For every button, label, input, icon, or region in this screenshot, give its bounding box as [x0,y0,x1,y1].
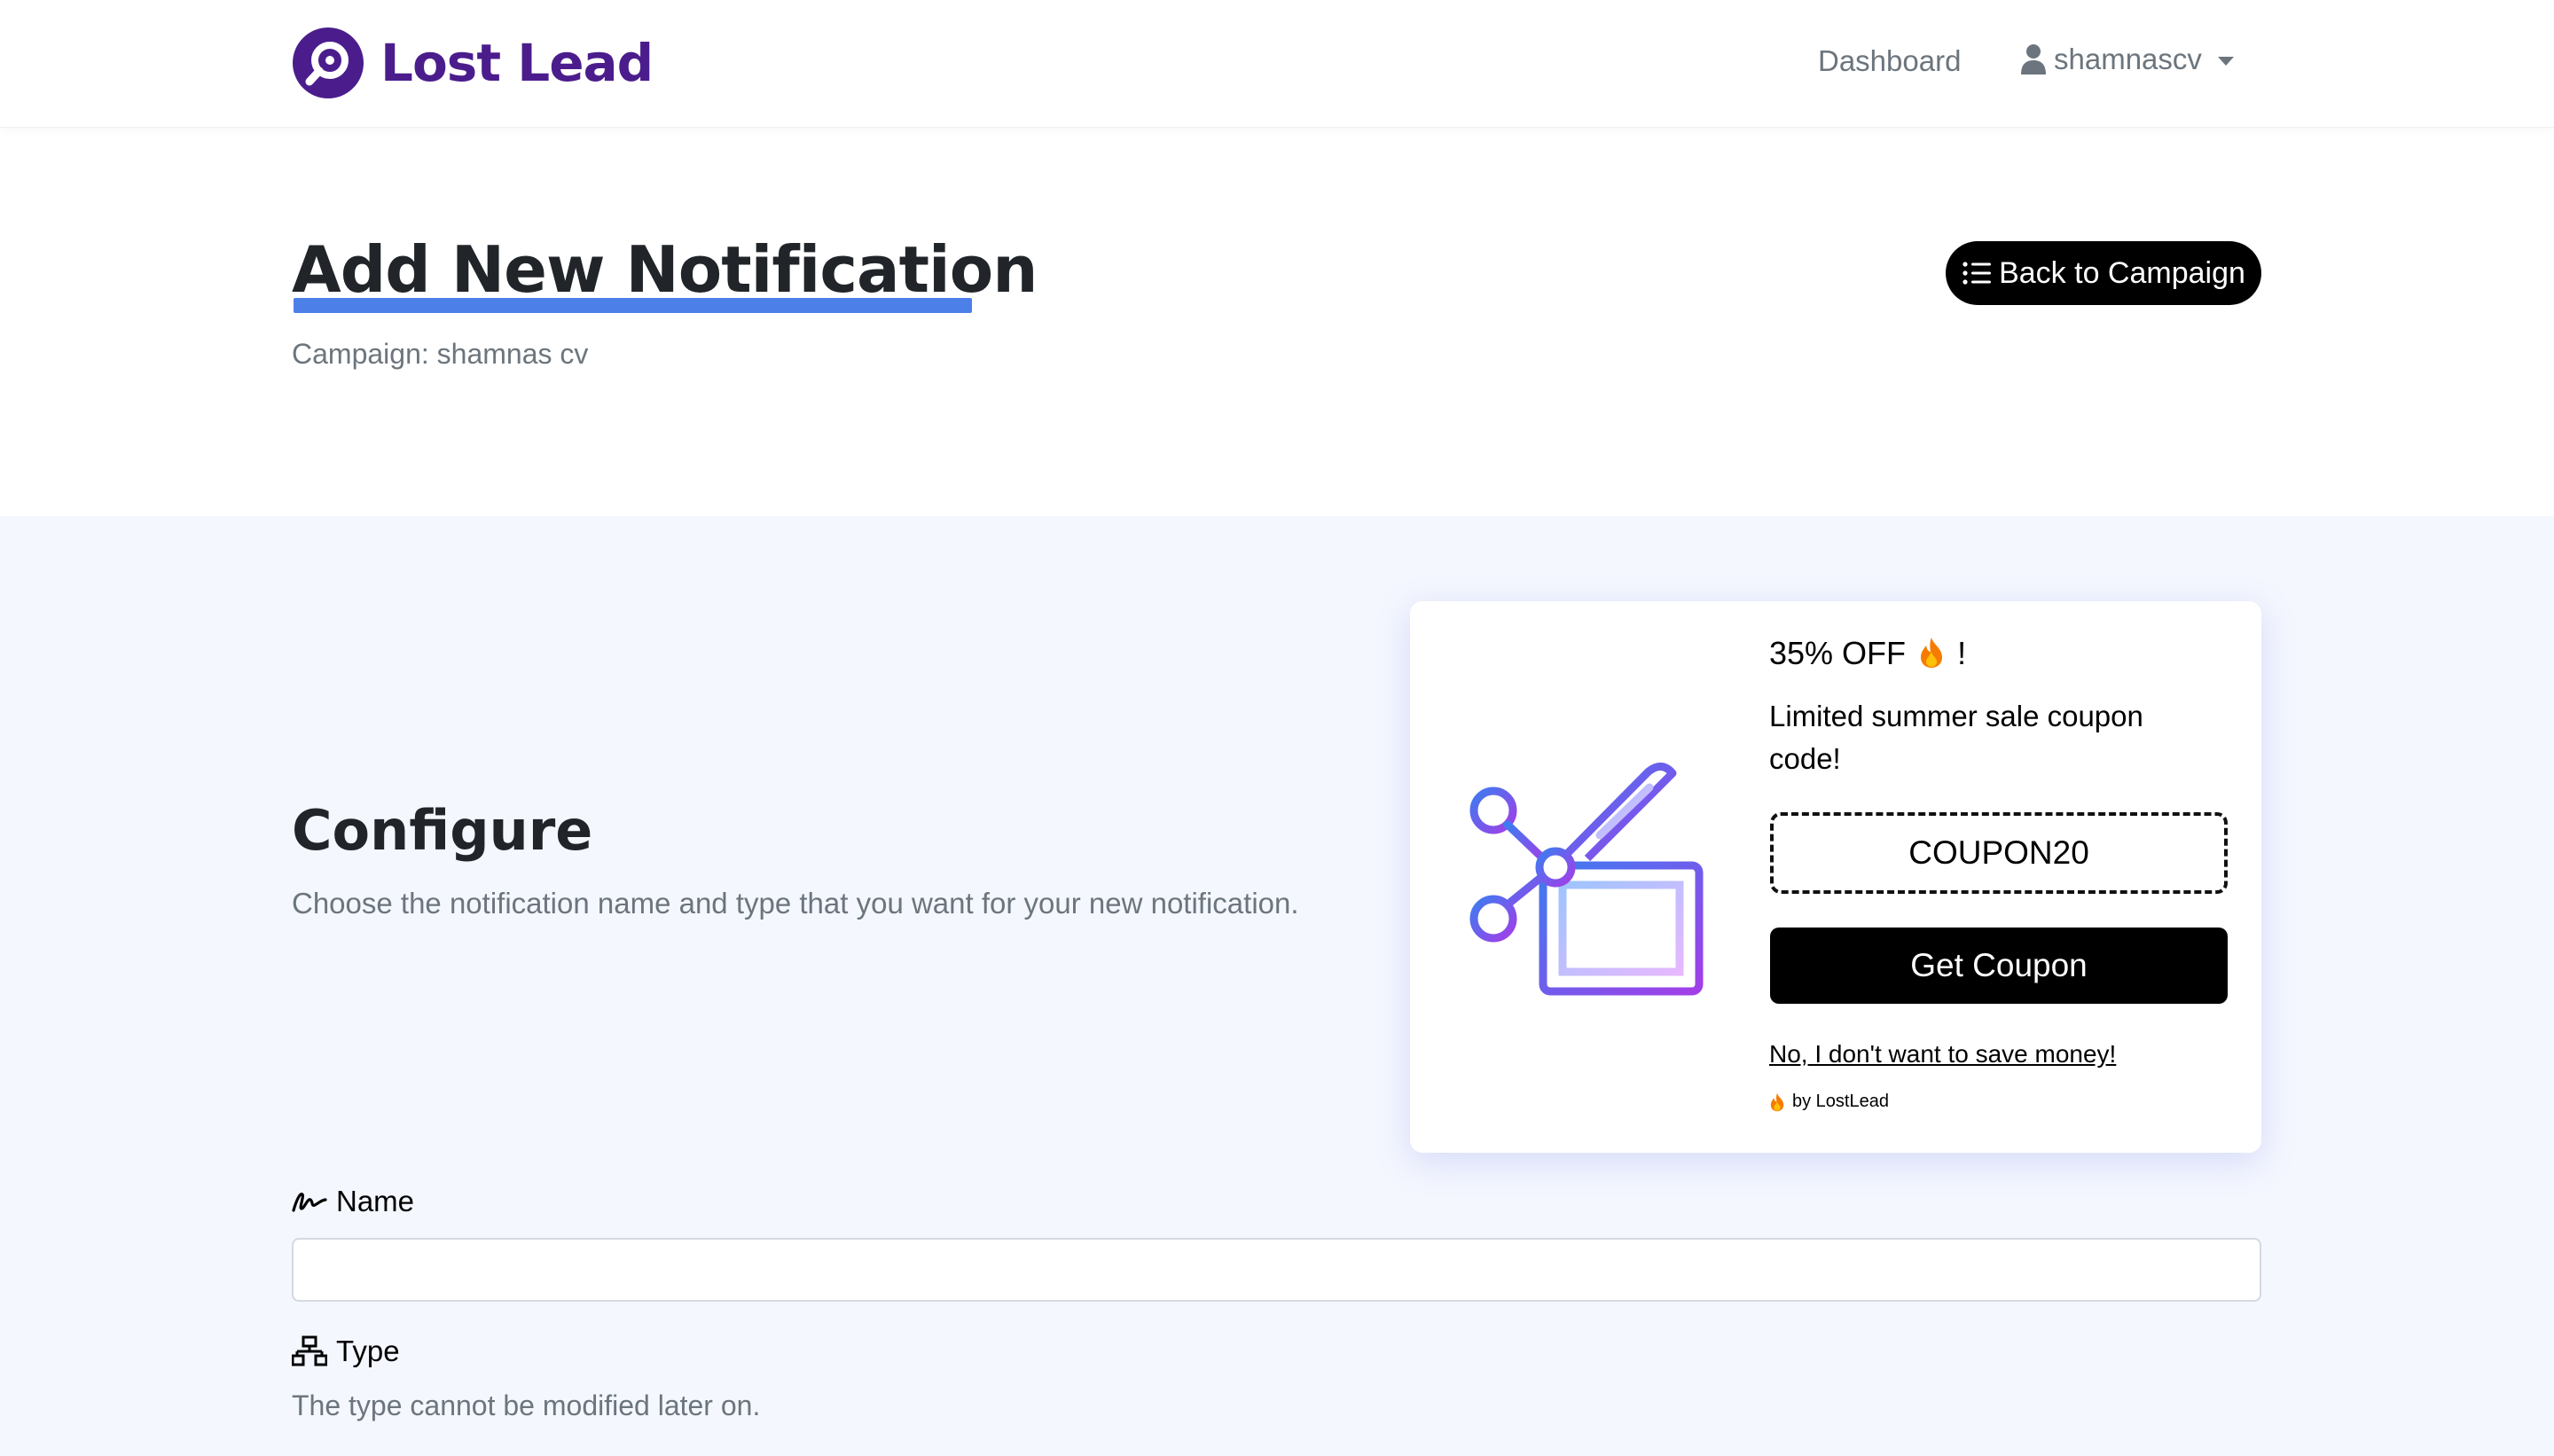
coupon-preview-card: 35% OFF ! Limited summer sale coupon cod… [1410,601,2261,1153]
brand-name: Lost Lead [380,33,654,93]
fire-icon [1770,1092,1784,1111]
network-icon [292,1335,327,1366]
name-label: Name [292,1185,414,1218]
configure-description: Choose the notification name and type th… [292,887,1299,920]
signature-icon [292,1193,327,1212]
type-label-text: Type [336,1335,400,1367]
coupon-dismiss-link[interactable]: No, I don't want to save money! [1769,1040,2116,1069]
campaign-subtitle: Campaign: shamnas cv [292,338,589,370]
coupon-branding: by LostLead [1769,1092,1889,1112]
top-navbar: Lost Lead Dashboard shamnascv [0,0,2554,128]
configure-heading: Configure [292,798,593,863]
user-menu-toggle[interactable]: shamnascv [2020,43,2234,76]
type-label: Type [292,1335,400,1368]
coupon-code-box: COUPON20 [1770,812,2228,894]
back-to-campaign-button[interactable]: Back to Campaign [1946,241,2261,305]
name-label-text: Name [336,1185,415,1217]
coupon-heading: 35% OFF ! [1769,635,1966,672]
nav-dashboard-link[interactable]: Dashboard [1818,44,1961,78]
chevron-down-icon [2217,57,2234,66]
get-coupon-button[interactable]: Get Coupon [1770,928,2228,1004]
back-button-label: Back to Campaign [1999,255,2245,290]
page-title: Add New Notification [292,232,1038,307]
fire-icon [1921,638,1943,668]
list-icon [1963,262,1992,285]
name-input[interactable] [292,1238,2261,1302]
coupon-description: Limited summer sale coupon code! [1769,700,2143,775]
coupon-scissors-illustration [1469,763,1704,996]
coupon-heading-suffix: ! [1957,635,1967,671]
coupon-discount-text: 35% OFF [1769,635,1907,671]
type-help-text: The type cannot be modified later on. [292,1389,761,1421]
brand-link[interactable]: Lost Lead [292,27,654,99]
user-name: shamnascv [2054,43,2202,75]
coupon-branding-text: by LostLead [1792,1092,1889,1111]
magnifier-logo-icon [293,27,364,98]
user-icon [2021,44,2046,74]
